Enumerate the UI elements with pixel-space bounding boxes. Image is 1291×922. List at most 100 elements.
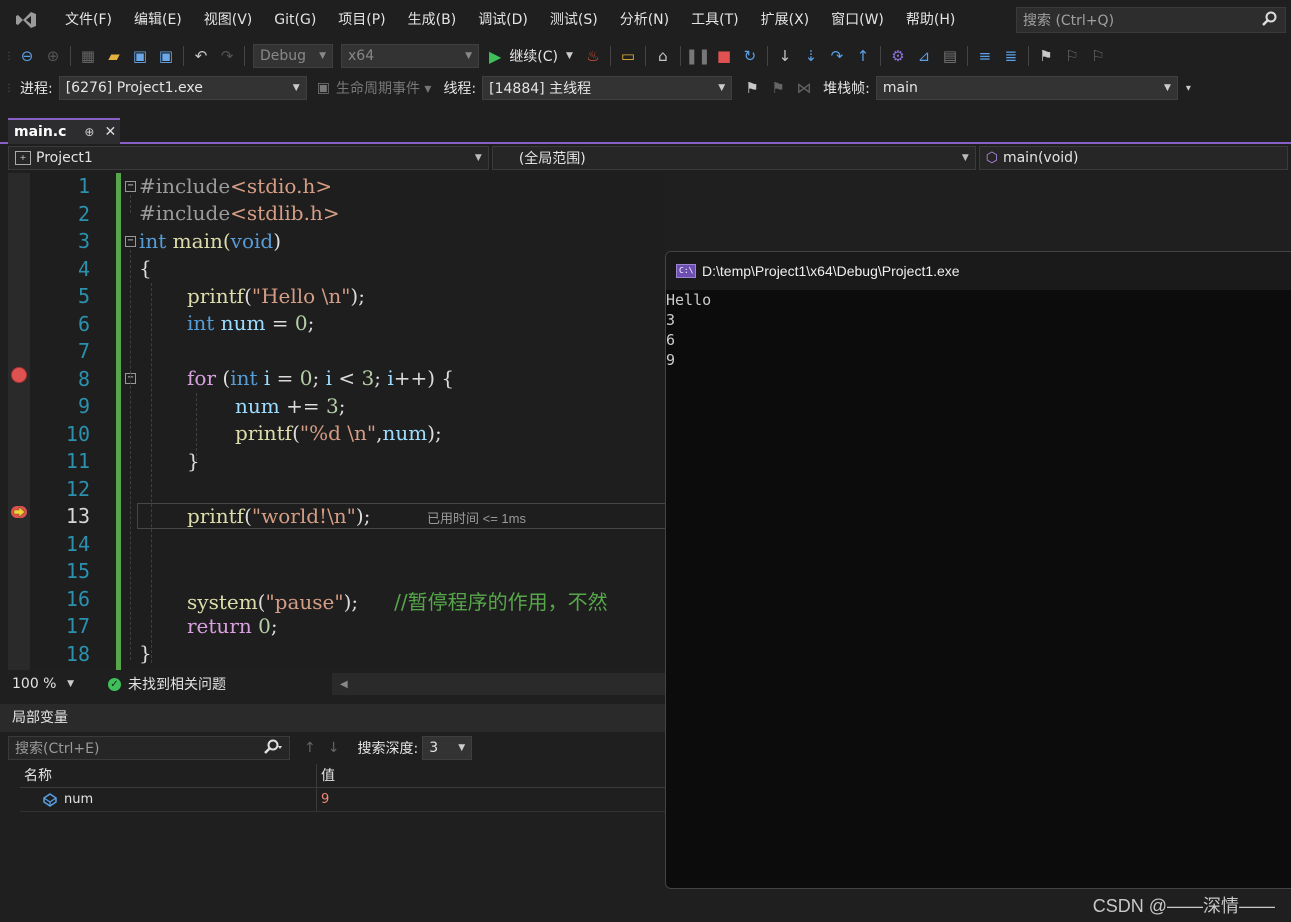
show-next-statement-icon[interactable]: ↓: [773, 44, 797, 68]
line-number: 8: [77, 366, 90, 391]
scope-dropdown[interactable]: (全局范围) ▼: [491, 146, 976, 170]
search-icon: [1261, 11, 1277, 31]
save-icon[interactable]: ▣: [128, 44, 152, 68]
threads-icon[interactable]: ▤: [938, 44, 962, 68]
fold-toggle-icon[interactable]: −: [125, 181, 136, 192]
issues-indicator[interactable]: ✓ 未找到相关问题: [108, 674, 226, 694]
lifecycle-events-label: 生命周期事件: [335, 81, 420, 97]
menu-test[interactable]: 测试(S): [539, 0, 609, 40]
diagnostic-tools-icon[interactable]: ⚙: [886, 44, 910, 68]
search-next-icon[interactable]: ↓: [328, 740, 340, 756]
hot-reload-icon[interactable]: ♨: [581, 44, 605, 68]
console-output-line: 9: [666, 351, 676, 369]
menu-edit[interactable]: 编辑(E): [123, 0, 193, 40]
member-dropdown[interactable]: ⬡ main(void): [978, 146, 1288, 170]
menu-tools[interactable]: 工具(T): [680, 0, 749, 40]
menu-window[interactable]: 窗口(W): [820, 0, 895, 40]
navigate-forward-icon[interactable]: ⊕: [41, 44, 65, 68]
menu-extensions[interactable]: 扩展(X): [750, 0, 821, 40]
stop-debugging-icon[interactable]: ■: [712, 44, 736, 68]
prev-bookmark-icon[interactable]: ⚐: [1060, 44, 1084, 68]
current-statement-arrow-icon: [11, 506, 27, 518]
column-header-name[interactable]: 名称: [20, 764, 317, 787]
show-threads-icon[interactable]: ⋈: [792, 76, 816, 100]
menu-project[interactable]: 项目(P): [327, 0, 396, 40]
console-title-bar[interactable]: C:\ D:\temp\Project1\x64\Debug\Project1.…: [666, 252, 1291, 290]
menu-file[interactable]: 文件(F): [54, 0, 123, 40]
horizontal-scrollbar[interactable]: ◀: [332, 673, 665, 695]
toggle-thread-flag-icon[interactable]: ⚑: [740, 76, 764, 100]
thread-dropdown[interactable]: [14884] 主线程 ▼: [482, 76, 733, 100]
continue-button[interactable]: ▶ 继续(C) ▼: [489, 46, 573, 66]
undo-icon[interactable]: ↶: [189, 44, 213, 68]
menu-debug[interactable]: 调试(D): [467, 0, 539, 40]
toolbar-overflow-icon[interactable]: ▾: [1186, 83, 1191, 94]
lifecycle-events-button[interactable]: 生命周期事件 ▾: [336, 78, 431, 98]
new-project-icon[interactable]: ▦: [76, 44, 100, 68]
scroll-left-icon[interactable]: ◀: [340, 679, 348, 690]
platform-dropdown[interactable]: x64 ▼: [341, 44, 479, 68]
step-over-icon[interactable]: ↷: [825, 44, 849, 68]
uncomment-icon[interactable]: ≣: [999, 44, 1023, 68]
toolbar-separator: [966, 46, 968, 66]
fold-toggle-icon[interactable]: −: [125, 236, 136, 247]
code-editor[interactable]: 1 2 3 4 5 6 7 8 9 10 11 12 13 14 15 16 17 18 − − − #inclu…: [8, 173, 665, 670]
toolbar-separator: [1027, 46, 1029, 66]
line-number: 14: [65, 531, 90, 556]
breakpoint-icon[interactable]: [11, 367, 27, 383]
menu-view[interactable]: 视图(V): [193, 0, 264, 40]
continue-label: 继续(C): [509, 49, 559, 65]
break-all-icon[interactable]: ❚❚: [685, 44, 710, 68]
chevron-down-icon: ▼: [718, 83, 726, 93]
step-out-icon[interactable]: ↑: [851, 44, 875, 68]
visual-studio-logo-icon[interactable]: [14, 8, 38, 32]
process-dropdown[interactable]: [6276] Project1.exe ▼: [58, 76, 307, 100]
next-bookmark-icon[interactable]: ⚐: [1086, 44, 1110, 68]
variable-value[interactable]: 9: [317, 788, 329, 811]
save-all-icon[interactable]: ▣: [154, 44, 178, 68]
locals-header-row: 名称 值: [20, 764, 665, 788]
application-insights-icon[interactable]: ⌂: [651, 44, 675, 68]
menu-help[interactable]: 帮助(H): [895, 0, 966, 40]
menu-analyze[interactable]: 分析(N): [609, 0, 680, 40]
console-window[interactable]: C:\ D:\temp\Project1\x64\Debug\Project1.…: [665, 251, 1291, 889]
browse-folder-icon[interactable]: ▭: [616, 44, 640, 68]
menu-build[interactable]: 生成(B): [397, 0, 468, 40]
pin-icon[interactable]: ⊕: [84, 125, 94, 139]
open-file-icon[interactable]: ▰: [102, 44, 126, 68]
search-depth-dropdown[interactable]: 3 ▼: [422, 736, 473, 760]
close-icon[interactable]: ✕: [104, 124, 116, 140]
step-into-icon[interactable]: ⇣: [799, 44, 823, 68]
search-previous-icon[interactable]: ↑: [304, 740, 316, 756]
column-header-value[interactable]: 值: [317, 764, 335, 787]
chevron-down-icon: ▼: [1163, 83, 1171, 93]
lifecycle-icon[interactable]: ▣: [317, 80, 330, 96]
chevron-down-icon: ▼: [961, 153, 969, 163]
stack-frame-dropdown[interactable]: main ▼: [875, 76, 1178, 100]
project-dropdown[interactable]: + Project1 ▼: [8, 146, 489, 170]
glyph-margin[interactable]: [8, 173, 30, 670]
flag-threads-icon[interactable]: ⚑: [766, 76, 790, 100]
line-number: 10: [65, 421, 90, 446]
restart-icon[interactable]: ↻: [738, 44, 762, 68]
locals-search-input[interactable]: 搜索(Ctrl+E): [8, 736, 290, 760]
comment-icon[interactable]: ≡: [973, 44, 997, 68]
issues-text: 未找到相关问题: [128, 677, 226, 693]
line-number: 13: [65, 504, 90, 528]
global-search-input[interactable]: 搜索 (Ctrl+Q): [1016, 7, 1286, 33]
elapsed-time-perftip[interactable]: 已用时间 <= 1ms: [427, 508, 526, 527]
chevron-down-icon: ▼: [458, 743, 466, 753]
thread-value: [14884] 主线程: [489, 81, 592, 97]
redo-icon[interactable]: ↷: [215, 44, 239, 68]
solution-config-dropdown[interactable]: Debug ▼: [253, 44, 333, 68]
tab-main-c[interactable]: main.c ⊕ ✕: [8, 118, 120, 144]
bookmark-icon[interactable]: ⚑: [1034, 44, 1058, 68]
hex-display-icon[interactable]: ⊿: [912, 44, 936, 68]
zoom-dropdown[interactable]: 100 % ▼: [8, 673, 78, 695]
table-row[interactable]: num 9: [20, 788, 665, 812]
line-number: 12: [65, 476, 90, 501]
menu-git[interactable]: Git(G): [263, 0, 327, 40]
search-icon[interactable]: [263, 739, 283, 759]
stack-frame-label: 堆栈帧:: [823, 81, 870, 97]
navigate-back-icon[interactable]: ⊖: [15, 44, 39, 68]
